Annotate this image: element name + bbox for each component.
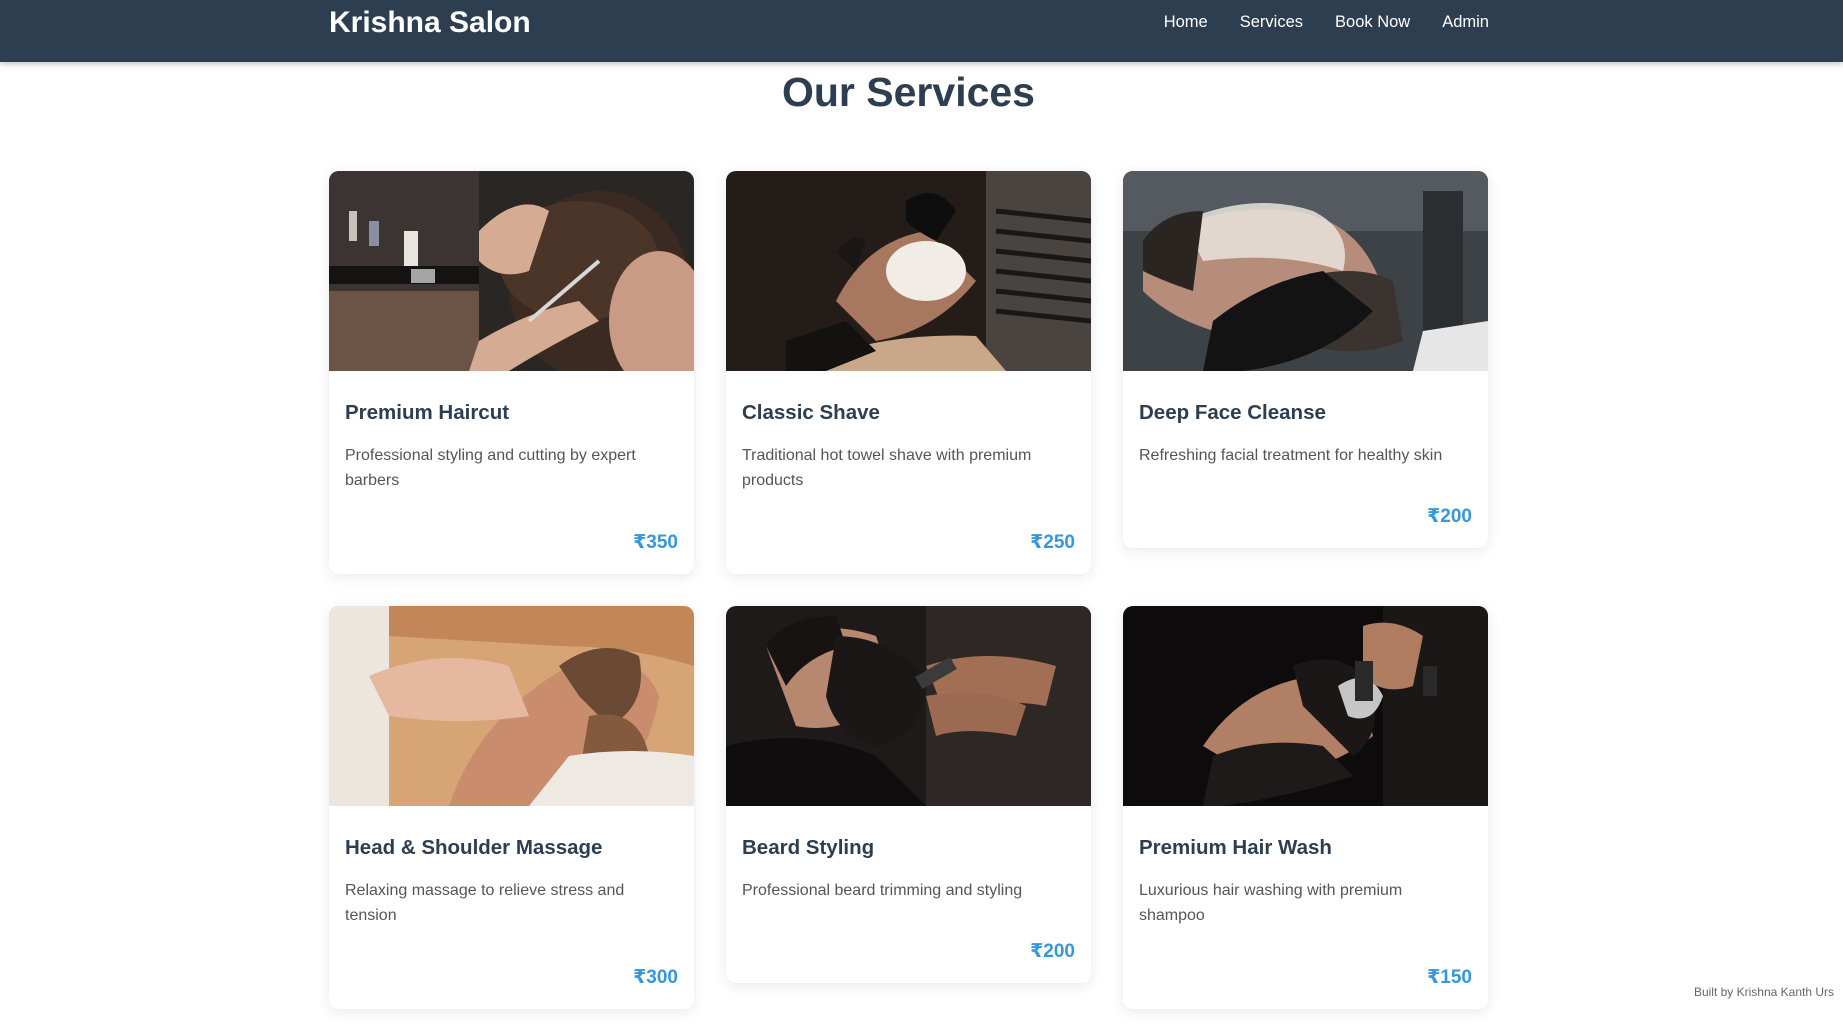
- hairwash-photo: [1123, 606, 1488, 806]
- service-card[interactable]: Premium Haircut Professional styling and…: [329, 171, 694, 574]
- nav-book-now-link[interactable]: Book Now: [1335, 12, 1410, 32]
- nav-services-link[interactable]: Services: [1240, 12, 1303, 32]
- footer-credit: Built by Krishna Kanth Urs: [1693, 985, 1834, 999]
- service-card[interactable]: Classic Shave Traditional hot towel shav…: [726, 171, 1091, 574]
- service-title: Deep Face Cleanse: [1139, 401, 1326, 424]
- service-description: Refreshing facial treatment for healthy …: [1139, 447, 1443, 464]
- service-price: ₹350: [633, 532, 678, 553]
- service-title: Beard Styling: [742, 836, 875, 859]
- haircut-photo: [329, 171, 694, 371]
- service-price: ₹200: [1030, 941, 1075, 962]
- service-price: ₹300: [633, 967, 678, 988]
- service-description: Professional beard trimming and styling: [742, 882, 1023, 899]
- service-description: Traditional hot towel shave with premium…: [742, 447, 1032, 489]
- nav-links: Home Services Book Now Admin: [1164, 12, 1489, 32]
- service-title: Head & Shoulder Massage: [345, 836, 603, 859]
- services-grid: Premium Haircut Professional styling and…: [329, 171, 1488, 1009]
- service-description: Relaxing massage to relieve stress and t…: [345, 882, 625, 924]
- service-price: ₹250: [1030, 532, 1075, 553]
- page-title: Our Services: [782, 69, 1035, 115]
- brand-logo[interactable]: Krishna Salon: [329, 4, 531, 42]
- facial-photo: [1123, 171, 1488, 371]
- beard-photo: [726, 606, 1091, 806]
- service-title: Premium Hair Wash: [1139, 836, 1332, 859]
- nav-home-link[interactable]: Home: [1164, 12, 1208, 32]
- massage-photo: [329, 606, 694, 806]
- nav-admin-link[interactable]: Admin: [1442, 12, 1489, 32]
- service-card[interactable]: Deep Face Cleanse Refreshing facial trea…: [1123, 171, 1488, 548]
- service-title: Premium Haircut: [345, 401, 510, 424]
- service-title: Classic Shave: [742, 401, 880, 424]
- service-description: Luxurious hair washing with premium sham…: [1139, 882, 1403, 924]
- service-description: Professional styling and cutting by expe…: [345, 447, 636, 489]
- navbar: Krishna Salon Home Services Book Now Adm…: [0, 0, 1843, 62]
- service-price: ₹150: [1427, 967, 1472, 988]
- service-card[interactable]: Premium Hair Wash Luxurious hair washing…: [1123, 606, 1488, 1009]
- service-card[interactable]: Head & Shoulder Massage Relaxing massage…: [329, 606, 694, 1009]
- service-price: ₹200: [1427, 506, 1472, 527]
- shave-photo: [726, 171, 1091, 371]
- service-card[interactable]: Beard Styling Professional beard trimmin…: [726, 606, 1091, 983]
